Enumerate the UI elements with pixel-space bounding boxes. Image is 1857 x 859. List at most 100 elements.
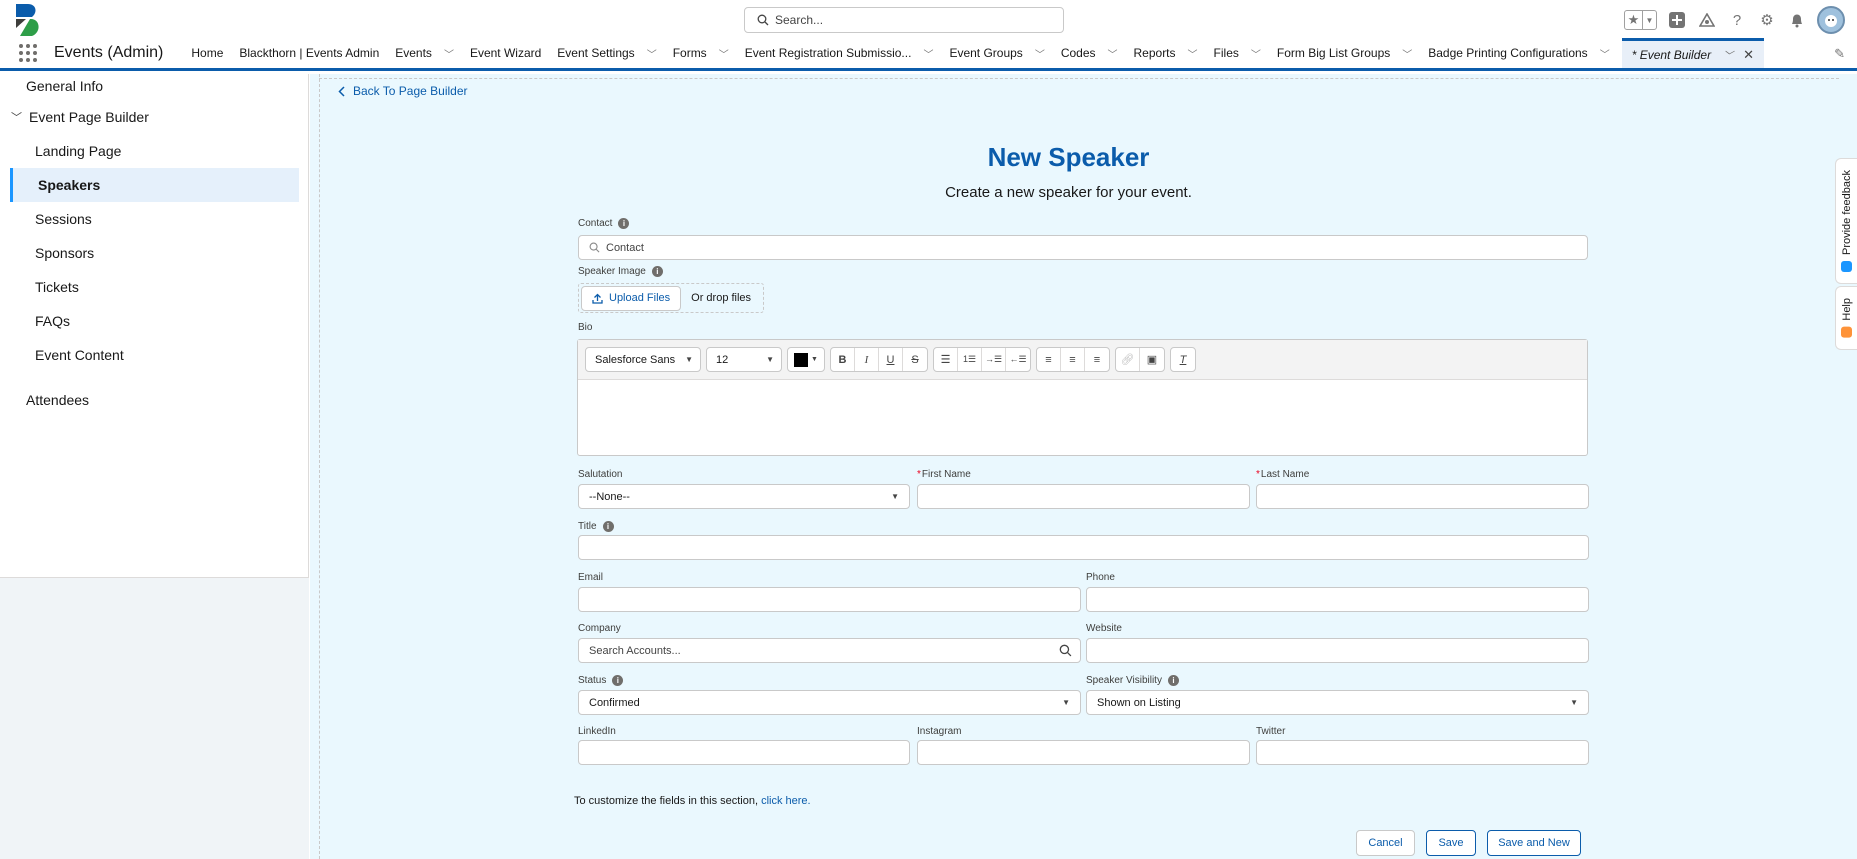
sidebar-item-event-content[interactable]: Event Content [0,338,299,372]
close-icon[interactable]: ✕ [1743,47,1754,63]
indent-icon[interactable]: →☰ [982,348,1006,371]
event-builder-sidebar: General Info ﹀ Event Page Builder Landin… [0,74,309,578]
last-name-input[interactable] [1256,484,1589,509]
strikethrough-icon[interactable]: S [903,348,927,371]
nav-item-event-wizard[interactable]: Event Wizard [462,38,549,68]
back-to-page-builder-link[interactable]: Back To Page Builder [338,84,468,98]
sidebar-item-speakers[interactable]: Speakers [10,168,299,202]
provide-feedback-tab[interactable]: Provide feedback [1835,158,1857,284]
favorites-star-icon[interactable]: ★ [1625,11,1643,29]
link-icon[interactable]: 🔗︎ [1116,348,1140,371]
info-icon[interactable]: i [1167,675,1179,686]
user-avatar[interactable] [1817,6,1845,34]
align-center-icon[interactable]: ≡ [1061,348,1085,371]
chevron-down-icon[interactable]: ﹀ [1108,46,1118,61]
nav-item-forms[interactable]: Forms ﹀ [665,38,737,68]
font-size-select[interactable]: 12 ▼ [706,347,782,372]
sidebar-group-event-page-builder[interactable]: ﹀ Event Page Builder [0,100,299,134]
nav-item-home[interactable]: Home [183,38,231,68]
nav-item-event-settings[interactable]: Event Settings ﹀ [549,38,664,68]
chevron-down-icon[interactable]: ﹀ [647,46,657,61]
chevron-down-icon[interactable]: ﹀ [1723,47,1733,62]
info-icon[interactable]: i [602,521,614,532]
global-search-input[interactable]: Search... [744,7,1064,33]
sidebar-item-sessions[interactable]: Sessions [0,202,299,236]
file-drop-zone[interactable]: Upload Files Or drop files [578,283,764,313]
chevron-down-icon[interactable]: ﹀ [1251,46,1261,61]
help-icon[interactable]: ? [1727,10,1747,30]
salutation-select[interactable]: --None-- ▼ [578,484,910,509]
website-input[interactable] [1086,638,1589,663]
edit-nav-pencil-icon[interactable]: ✎ [1834,46,1845,62]
nav-item-event-registration-submissio[interactable]: Event Registration Submissio... ﹀ [737,38,942,68]
chevron-down-icon[interactable]: ﹀ [444,46,454,61]
chevron-down-icon[interactable]: ﹀ [1188,46,1198,61]
global-actions-icon[interactable] [1667,10,1687,30]
underline-icon[interactable]: U [879,348,903,371]
nav-item-files[interactable]: Files ﹀ [1206,38,1269,68]
twitter-input[interactable] [1256,740,1589,765]
tab-event-builder[interactable]: * Event Builder ﹀ ✕ [1621,38,1764,68]
save-button[interactable]: Save [1426,830,1476,856]
cancel-button[interactable]: Cancel [1356,830,1415,856]
nav-item-blackthorn-events-admin[interactable]: Blackthorn | Events Admin [231,38,387,68]
phone-input[interactable] [1086,587,1589,612]
search-placeholder: Search... [775,13,824,27]
chevron-down-icon[interactable]: ﹀ [1035,46,1045,61]
nav-item-event-groups[interactable]: Event Groups ﹀ [941,38,1052,68]
info-icon[interactable]: i [612,675,624,686]
outdent-icon[interactable]: ←☰ [1006,348,1030,371]
sidebar-item-faqs[interactable]: FAQs [0,304,299,338]
font-size-value: 12 [716,353,729,366]
chevron-down-icon[interactable]: ﹀ [1402,46,1412,61]
canvas-border [319,78,1839,79]
sidebar-item-attendees[interactable]: Attendees [0,383,299,417]
nav-item-form-big-list-groups[interactable]: Form Big List Groups ﹀ [1269,38,1420,68]
upload-files-button[interactable]: Upload Files [581,285,682,311]
text-color-picker[interactable]: ▼ [787,347,825,372]
linkedin-input[interactable] [578,740,910,765]
image-icon[interactable]: ▣ [1140,348,1164,371]
customize-link[interactable]: click here. [761,795,811,807]
title-input[interactable] [578,535,1589,560]
bulleted-list-icon[interactable]: ☰ [934,348,958,371]
contact-lookup-input[interactable]: Contact [578,235,1588,260]
blackthorn-logo[interactable] [16,4,42,36]
font-family-select[interactable]: Salesforce Sans ▼ [585,347,701,372]
chevron-down-icon[interactable]: ﹀ [1600,46,1610,61]
favorites-dropdown-icon[interactable]: ▼ [1643,11,1656,29]
clear-formatting-icon[interactable]: T [1171,348,1195,371]
chevron-down-icon[interactable]: ﹀ [923,46,933,61]
company-lookup-input[interactable]: Search Accounts... [578,638,1081,663]
info-icon[interactable]: i [651,266,663,277]
first-name-input[interactable] [917,484,1250,509]
nav-item-events[interactable]: Events ﹀ [387,38,462,68]
status-select[interactable]: Confirmed ▼ [578,690,1081,715]
instagram-input[interactable] [917,740,1250,765]
app-launcher-icon[interactable] [19,38,39,68]
chevron-down-icon[interactable]: ﹀ [11,109,22,125]
sidebar-item-sponsors[interactable]: Sponsors [0,236,299,270]
bold-icon[interactable]: B [831,348,855,371]
italic-icon[interactable]: I [855,348,879,371]
align-right-icon[interactable]: ≡ [1085,348,1109,371]
nav-item-badge-printing-configurations[interactable]: Badge Printing Configurations ﹀ [1420,38,1617,68]
help-tab[interactable]: Help [1835,286,1857,350]
numbered-list-icon[interactable]: 1☰ [958,348,982,371]
trailhead-icon[interactable] [1697,10,1717,30]
align-left-icon[interactable]: ≡ [1037,348,1061,371]
save-and-new-button[interactable]: Save and New [1487,830,1581,856]
bio-text-area[interactable] [578,380,1587,455]
speaker-visibility-select[interactable]: Shown on Listing ▼ [1086,690,1589,715]
sidebar-item-tickets[interactable]: Tickets [0,270,299,304]
notifications-bell-icon[interactable] [1787,10,1807,30]
sidebar-item-general-info[interactable]: General Info [0,74,299,98]
info-icon[interactable]: i [618,218,630,229]
label-text: Speaker Image [578,266,646,277]
chevron-down-icon[interactable]: ﹀ [719,46,729,61]
email-input[interactable] [578,587,1081,612]
nav-item-codes[interactable]: Codes ﹀ [1053,38,1126,68]
sidebar-item-landing-page[interactable]: Landing Page [0,134,299,168]
nav-item-reports[interactable]: Reports ﹀ [1126,38,1206,68]
setup-gear-icon[interactable]: ⚙ [1757,10,1777,30]
